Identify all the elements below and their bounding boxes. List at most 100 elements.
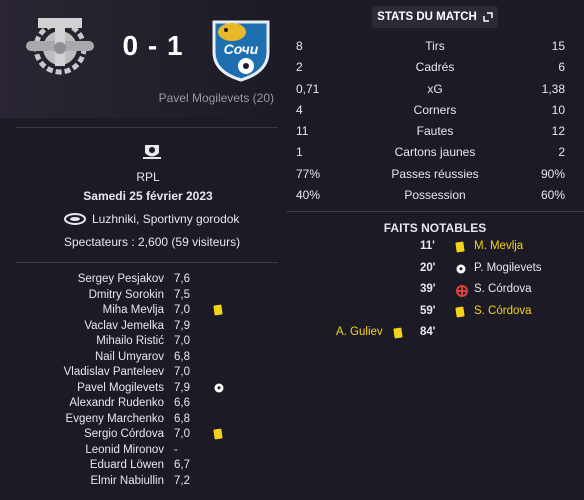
event-player[interactable]: A. Guliev xyxy=(336,326,383,338)
player-name[interactable]: Dmitry Sorokin xyxy=(89,289,164,301)
divider xyxy=(16,127,278,128)
event-icon xyxy=(455,306,465,320)
yellow-card-icon xyxy=(213,304,223,316)
competition-name[interactable]: RPL xyxy=(0,170,296,184)
player-rating: 6,8 xyxy=(174,350,190,363)
notable-event-row[interactable]: 11' M. Mevlja xyxy=(286,240,584,256)
player-event xyxy=(213,304,224,316)
goal-ball-icon xyxy=(214,383,224,392)
player-rating-row[interactable]: Sergey Pesjakov 7,6 xyxy=(0,272,286,288)
player-name[interactable]: Vladislav Panteleev xyxy=(64,366,164,378)
notable-event-row[interactable]: 39' S. Córdova xyxy=(286,283,584,299)
home-team-crest[interactable] xyxy=(22,14,98,78)
match-score: 0 - 1 xyxy=(122,30,184,61)
player-rating-row[interactable]: Pavel Mogilevets 7,9 xyxy=(0,381,286,397)
player-rating: 7,0 xyxy=(174,366,190,378)
venue: Luzhniki, Sportivny gorodok xyxy=(64,212,239,226)
player-name[interactable]: Sergey Pesjakov xyxy=(78,273,164,285)
player-rating-row[interactable]: Nail Umyarov 6,8 xyxy=(0,350,286,366)
player-rating-row[interactable]: Evgeny Marchenko 6,8 xyxy=(0,412,286,428)
player-name[interactable]: Pavel Mogilevets xyxy=(77,382,164,394)
notable-event-row[interactable]: 20' P. Mogilevets xyxy=(286,262,584,278)
divider xyxy=(16,262,278,263)
event-icon xyxy=(455,241,465,255)
stat-label: Cadrés xyxy=(415,60,455,75)
player-rating-row[interactable]: Dmitry Sorokin 7,5 xyxy=(0,288,286,304)
away-scorer[interactable]: Pavel Mogilevets (20) xyxy=(159,91,274,105)
player-rating: 7,9 xyxy=(174,381,190,394)
away-team-crest[interactable]: Сочи xyxy=(206,12,276,82)
tab-match-stats[interactable]: STATS DU MATCH xyxy=(372,6,498,28)
notable-event-row[interactable]: 84' A. Guliev xyxy=(286,326,584,342)
event-icon xyxy=(456,285,468,300)
player-name[interactable]: Alexandr Rudenko xyxy=(69,397,164,409)
stat-row: 4 Corners 10 xyxy=(286,100,584,121)
player-name[interactable]: Miha Mevlja xyxy=(103,304,164,316)
player-name[interactable]: Mihailo Ristić xyxy=(96,335,164,347)
competition-logo-icon[interactable] xyxy=(141,143,163,161)
player-name[interactable]: Leonid Mironov xyxy=(85,444,164,456)
svg-text:Сочи: Сочи xyxy=(224,41,259,57)
player-rating: 6,6 xyxy=(174,397,190,409)
player-rating: 7,0 xyxy=(174,428,190,440)
player-rating-row[interactable]: Miha Mevlja 7,0 xyxy=(0,303,286,319)
event-player[interactable]: M. Mevlja xyxy=(474,240,523,252)
stat-away-value: 2 xyxy=(558,145,565,160)
player-rating: 7,0 xyxy=(174,304,190,316)
notable-event-row[interactable]: 59' S. Córdova xyxy=(286,305,584,321)
stat-away-value: 12 xyxy=(551,124,565,139)
stat-row: 77% Passes réussies 90% xyxy=(286,164,584,185)
player-name[interactable]: Vaclav Jemelka xyxy=(84,320,164,332)
player-rating-row[interactable]: Alexandr Rudenko 6,6 xyxy=(0,396,286,412)
player-rating: 7,6 xyxy=(174,273,190,285)
stat-label: Cartons jaunes xyxy=(394,145,476,160)
stat-row: 11 Fautes 12 xyxy=(286,121,584,142)
goal-ball-icon xyxy=(456,264,466,274)
event-player[interactable]: P. Mogilevets xyxy=(474,262,542,274)
player-name[interactable]: Elmir Nabiullin xyxy=(91,475,165,487)
stadium-icon xyxy=(64,213,86,225)
match-header: 0 - 1 Сочи Pavel Mogilevets (20) xyxy=(0,0,286,118)
player-name[interactable]: Nail Umyarov xyxy=(95,351,164,363)
stat-row: 2 Cadrés 6 xyxy=(286,57,584,78)
player-name[interactable]: Evgeny Marchenko xyxy=(66,413,164,425)
event-minute: 11' xyxy=(420,240,435,252)
player-rating-row[interactable]: Eduard Löwen 6,7 xyxy=(0,458,286,474)
player-rating-row[interactable]: Sergio Córdova 7,0 xyxy=(0,427,286,443)
event-icon xyxy=(393,327,403,341)
player-name[interactable]: Eduard Löwen xyxy=(90,459,164,471)
stat-label: Fautes xyxy=(416,124,454,139)
player-ratings-list: Sergey Pesjakov 7,6 Dmitry Sorokin 7,5 Miha … xyxy=(0,272,286,489)
player-name[interactable]: Sergio Córdova xyxy=(84,428,164,440)
player-event xyxy=(213,428,224,440)
match-stats-panel: STATS DU MATCH 8 Tirs 15 2 Cadrés 6 0,71 xG 1,38… xyxy=(286,0,584,500)
venue-name[interactable]: Luzhniki, Sportivny gorodok xyxy=(92,212,239,226)
player-rating-row[interactable]: Vladislav Panteleev 7,0 xyxy=(0,365,286,381)
stat-label: Passes réussies xyxy=(391,166,479,181)
event-minute: 20' xyxy=(420,261,436,274)
player-rating: 7,0 xyxy=(174,335,190,347)
match-date: Samedi 25 février 2023 xyxy=(83,189,213,203)
stat-away-value: 15 xyxy=(551,39,565,53)
stats-table: 8 Tirs 15 2 Cadrés 6 0,71 xG 1,38 4 Corners 10 11 Fau… xyxy=(286,36,584,206)
notable-events-title: FAITS NOTABLES xyxy=(383,221,487,235)
expand-icon[interactable] xyxy=(483,12,493,22)
event-player[interactable]: S. Córdova xyxy=(474,283,532,295)
yellow-card-icon xyxy=(213,428,223,440)
event-minute: 59' xyxy=(420,304,436,317)
player-rating-row[interactable]: Vaclav Jemelka 7,9 xyxy=(0,319,286,335)
stat-label: Tirs xyxy=(425,39,445,53)
player-rating-row[interactable]: Leonid Mironov - xyxy=(0,443,286,459)
stat-label: Possession xyxy=(404,188,466,203)
stat-away-value: 6 xyxy=(558,60,565,75)
player-rating-row[interactable]: Elmir Nabiullin 7,2 xyxy=(0,474,286,490)
stat-row: 0,71 xG 1,38 xyxy=(286,79,584,100)
event-icon xyxy=(456,264,466,277)
event-player[interactable]: S. Córdova xyxy=(474,305,532,317)
player-rating: 6,8 xyxy=(174,412,190,425)
stat-away-value: 90% xyxy=(540,166,565,181)
yellow-card-icon xyxy=(455,241,465,253)
player-rating-row[interactable]: Mihailo Ristić 7,0 xyxy=(0,334,286,350)
attendance: Spectateurs : 2,600 (59 visiteurs) xyxy=(64,235,241,249)
yellow-card-icon xyxy=(393,327,403,339)
